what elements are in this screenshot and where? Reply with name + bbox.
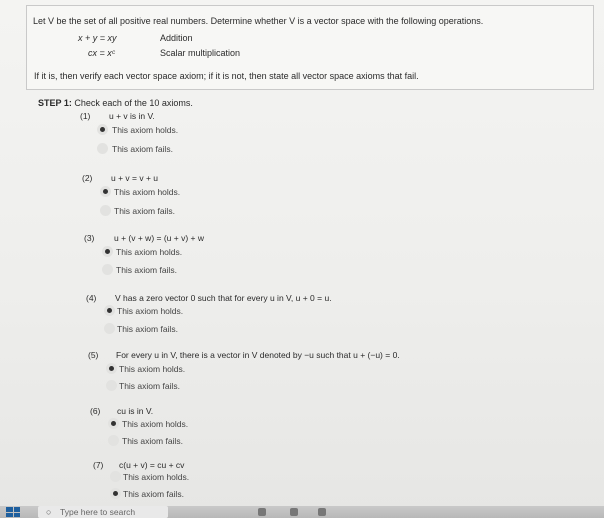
axiom-number: (3) bbox=[84, 233, 95, 243]
step-title: STEP 1: Check each of the 10 axioms. bbox=[38, 98, 193, 108]
axiom-number: (4) bbox=[86, 293, 97, 303]
axiom-holds-option-label[interactable]: This axiom holds. bbox=[112, 125, 178, 135]
axiom-statement: u + v is in V. bbox=[109, 111, 155, 121]
axiom-holds-option-label[interactable]: This axiom holds. bbox=[119, 364, 185, 374]
axiom-fails-option-label[interactable]: This axiom fails. bbox=[112, 144, 173, 154]
axiom-number: (6) bbox=[90, 406, 101, 416]
operation-scalar-expr: cx = xᶜ bbox=[88, 48, 115, 58]
axiom-statement: u + (v + w) = (u + v) + w bbox=[114, 233, 204, 243]
problem-intro: Let V be the set of all positive real nu… bbox=[33, 16, 484, 26]
axiom-holds-option-label[interactable]: This axiom holds. bbox=[114, 187, 180, 197]
axiom-fails-radio[interactable] bbox=[97, 143, 108, 154]
axiom-number: (7) bbox=[93, 460, 104, 470]
axiom-fails-option-label[interactable]: This axiom fails. bbox=[116, 265, 177, 275]
axiom-holds-radio[interactable] bbox=[102, 246, 113, 257]
axiom-holds-option-label[interactable]: This axiom holds. bbox=[116, 247, 182, 257]
axiom-fails-radio[interactable] bbox=[100, 205, 111, 216]
windows-start-icon[interactable] bbox=[6, 507, 20, 517]
axiom-holds-radio[interactable] bbox=[110, 471, 121, 482]
axiom-holds-radio[interactable] bbox=[106, 363, 117, 374]
axiom-number: (2) bbox=[82, 173, 93, 183]
axiom-holds-radio[interactable] bbox=[100, 186, 111, 197]
axiom-fails-option-label[interactable]: This axiom fails. bbox=[114, 206, 175, 216]
step-description: Check each of the 10 axioms. bbox=[71, 98, 193, 108]
axiom-fails-option-label[interactable]: This axiom fails. bbox=[123, 489, 184, 499]
taskbar-app-icon[interactable] bbox=[318, 508, 326, 516]
axiom-statement: cu is in V. bbox=[117, 406, 154, 416]
axiom-statement: V has a zero vector 0 such that for ever… bbox=[115, 293, 332, 303]
axiom-statement: u + v = v + u bbox=[111, 173, 159, 183]
axiom-holds-option-label[interactable]: This axiom holds. bbox=[117, 306, 183, 316]
axiom-holds-radio[interactable] bbox=[97, 124, 108, 135]
axiom-fails-option-label[interactable]: This axiom fails. bbox=[117, 324, 178, 334]
axiom-holds-option-label[interactable]: This axiom holds. bbox=[123, 472, 189, 482]
taskbar-search-placeholder[interactable]: Type here to search bbox=[60, 507, 135, 517]
search-icon: ○ bbox=[46, 507, 52, 517]
taskbar: ○ Type here to search bbox=[0, 506, 604, 518]
operation-addition-label: Addition bbox=[160, 33, 193, 43]
axiom-holds-option-label[interactable]: This axiom holds. bbox=[122, 419, 188, 429]
screen: Let V be the set of all positive real nu… bbox=[0, 0, 604, 518]
axiom-statement: For every u in V, there is a vector in V… bbox=[116, 350, 400, 360]
axiom-holds-radio[interactable] bbox=[108, 418, 119, 429]
axiom-fails-option-label[interactable]: This axiom fails. bbox=[119, 381, 180, 391]
axiom-fails-radio[interactable] bbox=[102, 264, 113, 275]
axiom-number: (5) bbox=[88, 350, 99, 360]
axiom-statement: c(u + v) = cu + cv bbox=[119, 460, 185, 470]
axiom-fails-radio[interactable] bbox=[110, 488, 121, 499]
axiom-fails-radio[interactable] bbox=[104, 323, 115, 334]
step-label: STEP 1: bbox=[38, 98, 72, 108]
axiom-fails-radio[interactable] bbox=[108, 435, 119, 446]
operation-addition-expr: x + y = xy bbox=[78, 33, 117, 43]
taskbar-app-icon[interactable] bbox=[258, 508, 266, 516]
problem-instruction: If it is, then verify each vector space … bbox=[34, 71, 419, 81]
axiom-number: (1) bbox=[80, 111, 91, 121]
taskbar-app-icon[interactable] bbox=[290, 508, 298, 516]
axiom-holds-radio[interactable] bbox=[104, 305, 115, 316]
operation-scalar-label: Scalar multiplication bbox=[160, 48, 241, 58]
axiom-fails-radio[interactable] bbox=[106, 380, 117, 391]
axiom-fails-option-label[interactable]: This axiom fails. bbox=[122, 436, 183, 446]
